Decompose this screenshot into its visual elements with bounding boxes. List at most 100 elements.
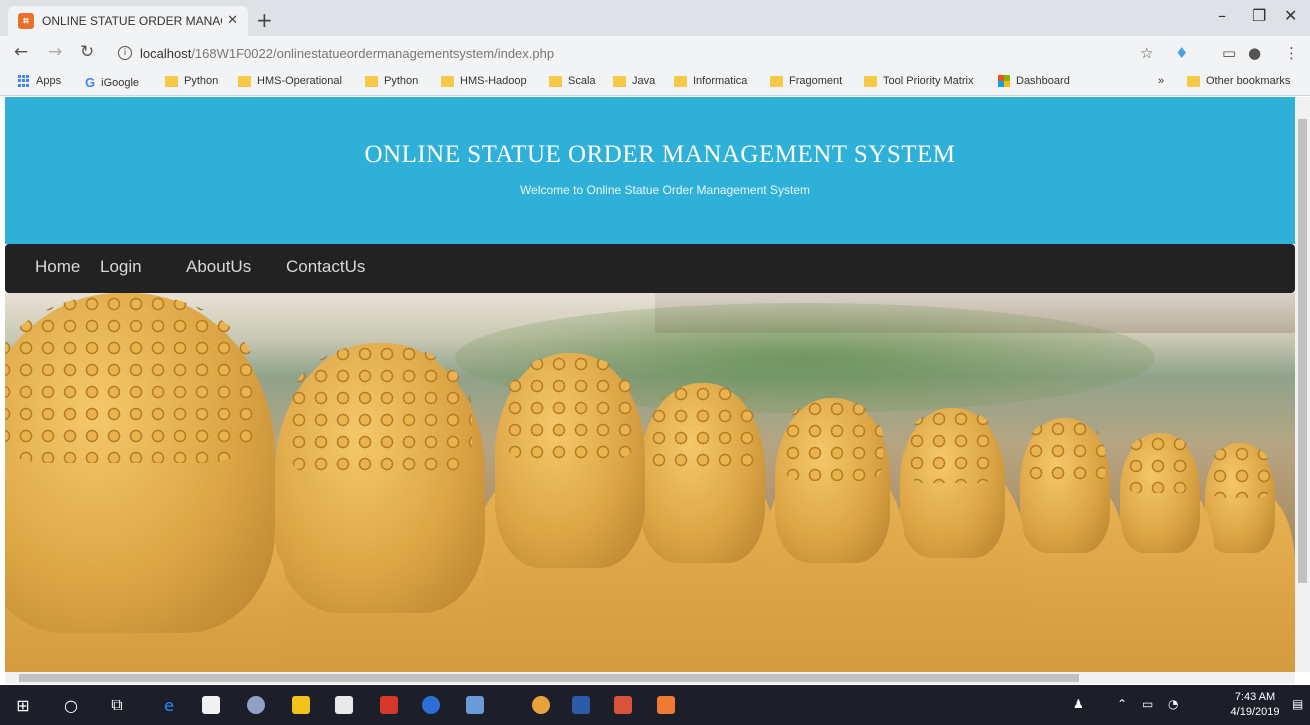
extension-icon[interactable]: ♦: [1175, 44, 1188, 62]
system-clock[interactable]: 7:43 AM 4/19/2019: [1225, 690, 1285, 720]
folder-icon: [441, 75, 454, 87]
folder-icon: [1187, 75, 1200, 87]
buddha-head: [1020, 418, 1110, 553]
browser-tab[interactable]: ⌗ ONLINE STATUE ORDER MANAGE ✕: [8, 6, 248, 36]
word-icon[interactable]: [570, 694, 592, 716]
bookmark-tool-priority-matrix[interactable]: Tool Priority Matrix: [864, 75, 973, 87]
app-icon[interactable]: [612, 694, 634, 716]
app-icon[interactable]: [464, 694, 486, 716]
search-icon[interactable]: ○: [60, 694, 82, 716]
cast-icon[interactable]: ▭: [1222, 44, 1236, 62]
windows-start-icon[interactable]: ⊞: [12, 694, 34, 716]
clock-date: 4/19/2019: [1230, 706, 1280, 718]
folder-icon: [165, 75, 178, 87]
chrome-icon[interactable]: [530, 694, 552, 716]
more-bookmarks-chevron-icon: »: [1158, 75, 1165, 87]
other-bookmarks[interactable]: Other bookmarks: [1187, 75, 1290, 87]
new-tab-icon[interactable]: +: [256, 8, 273, 32]
app-icon[interactable]: [378, 694, 400, 716]
site-navbar: Home Login AboutUs ContactUs: [5, 244, 1295, 293]
horizontal-scrollbar[interactable]: [5, 672, 1295, 684]
bookmark-java[interactable]: Java: [613, 75, 655, 87]
buddha-head: [5, 293, 275, 633]
nav-login-link[interactable]: Login: [100, 257, 142, 277]
buddha-head: [1120, 433, 1200, 553]
apps-icon: [18, 75, 30, 87]
vertical-scroll-thumb[interactable]: [1298, 119, 1307, 583]
bookmark-label: HMS-Hadoop: [460, 75, 527, 87]
bookmark-hms-hadoop[interactable]: HMS-Hadoop: [441, 75, 527, 87]
minimize-icon[interactable]: –: [1218, 6, 1226, 25]
bookmark-label: Other bookmarks: [1206, 75, 1291, 87]
people-icon[interactable]: ♟: [1073, 697, 1084, 711]
menu-kebab-icon[interactable]: ⋮: [1284, 44, 1299, 62]
bookmark-label: Python: [184, 75, 219, 87]
buddha-head: [495, 353, 645, 568]
tab-close-icon[interactable]: ✕: [227, 13, 238, 28]
folder-icon: [674, 75, 687, 87]
store-icon[interactable]: [200, 694, 222, 716]
folder-icon: [549, 75, 562, 87]
url-text: localhost/168W1F0022/onlinestatueorderma…: [140, 46, 554, 61]
bookmark-igoogle[interactable]: G iGoogle: [85, 75, 139, 90]
battery-icon[interactable]: ▭: [1142, 697, 1153, 711]
folder-icon: [770, 75, 783, 87]
address-bar[interactable]: i localhost/168W1F0022/onlinestatueorder…: [110, 40, 1160, 66]
buddha-head: [900, 408, 1005, 558]
more-bookmarks-button[interactable]: »: [1158, 75, 1164, 87]
bookmark-hms-operational[interactable]: HMS-Operational: [238, 75, 342, 87]
wifi-icon[interactable]: ◔: [1168, 697, 1178, 711]
bookmark-star-icon[interactable]: ☆: [1140, 44, 1153, 62]
bookmark-informatica[interactable]: Informatica: [674, 75, 747, 87]
vertical-scrollbar[interactable]: [1295, 97, 1310, 672]
folder-icon: [864, 75, 877, 87]
page-viewport: ONLINE STATUE ORDER MANAGEMENT SYSTEM We…: [5, 97, 1295, 672]
windows-taskbar: ⊞ ○ ⧉ e ♟ ⌃ ▭ ◔ 7:43 AM 4/19/2019 ▤: [0, 685, 1310, 725]
forward-icon[interactable]: →: [48, 42, 62, 62]
folder-icon: [238, 75, 251, 87]
close-window-icon[interactable]: ✕: [1284, 6, 1297, 25]
bookmark-python[interactable]: Python: [165, 75, 218, 87]
dashboard-icon: [998, 75, 1010, 87]
nav-contactus-link[interactable]: ContactUs: [286, 257, 365, 277]
buddha-head: [640, 383, 765, 563]
bookmark-label: Java: [632, 75, 656, 87]
bookmark-python-2[interactable]: Python: [365, 75, 418, 87]
folder-icon: [365, 75, 378, 87]
bookmark-label: Python: [384, 75, 419, 87]
xampp-favicon-icon: ⌗: [18, 13, 34, 29]
bookmark-label: Apps: [36, 75, 62, 87]
url-path: /168W1F0022/onlinestatueordermanagements…: [191, 45, 555, 61]
hero-buddha-statues-image: [5, 293, 1295, 672]
edge-browser-icon[interactable]: e: [158, 694, 180, 716]
nav-home-link[interactable]: Home: [35, 257, 80, 277]
url-host: localhost: [140, 45, 192, 61]
browser-toolbar: ← → ↻ i localhost/168W1F0022/onlinestatu…: [0, 36, 1310, 70]
task-view-icon[interactable]: ⧉: [106, 694, 128, 716]
app-icon[interactable]: [420, 694, 442, 716]
google-icon: G: [85, 75, 96, 90]
nav-aboutus-link[interactable]: AboutUs: [186, 257, 251, 277]
network-icon[interactable]: [245, 694, 267, 716]
site-info-icon[interactable]: i: [118, 46, 132, 60]
restore-icon[interactable]: ❐: [1252, 6, 1266, 25]
bookmark-apps[interactable]: Apps: [18, 75, 61, 87]
horizontal-scroll-thumb[interactable]: [19, 674, 1079, 682]
xampp-icon[interactable]: [655, 694, 677, 716]
browser-tab-bar: ⌗ ONLINE STATUE ORDER MANAGE ✕ + – ❐ ✕: [0, 0, 1310, 36]
folder-icon: [613, 75, 626, 87]
profile-avatar-icon[interactable]: ●: [1248, 44, 1261, 62]
reload-icon[interactable]: ↻: [80, 42, 94, 62]
file-explorer-icon[interactable]: [290, 694, 312, 716]
bookmark-dashboard[interactable]: Dashboard: [998, 75, 1070, 87]
show-hidden-icons-chevron-icon[interactable]: ⌃: [1117, 697, 1127, 711]
bookmarks-bar: Apps G iGoogle Python HMS-Operational Py…: [0, 70, 1310, 96]
mail-icon[interactable]: [333, 694, 355, 716]
site-subtitle: Welcome to Online Statue Order Managemen…: [520, 183, 810, 197]
bookmark-scala[interactable]: Scala: [549, 75, 596, 87]
bookmark-fragoment[interactable]: Fragoment: [770, 75, 842, 87]
action-center-icon[interactable]: ▤: [1292, 697, 1303, 711]
clock-time: 7:43 AM: [1234, 691, 1276, 703]
bookmark-label: Fragoment: [789, 75, 843, 87]
back-icon[interactable]: ←: [14, 42, 28, 62]
